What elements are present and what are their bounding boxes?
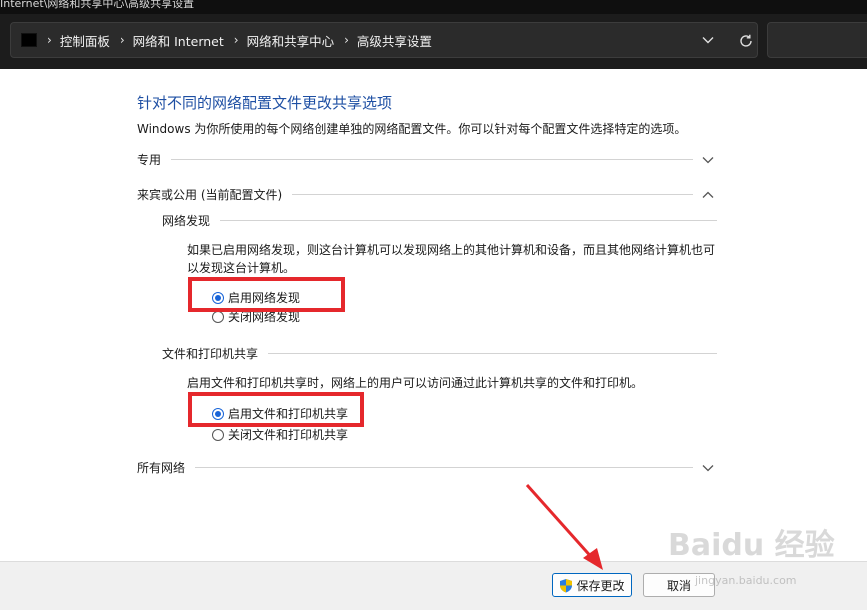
profile-guest-public-label: 来宾或公用 (当前配置文件) bbox=[137, 188, 283, 202]
radio-label: 启用网络发现 bbox=[228, 291, 301, 305]
breadcrumb-network-internet[interactable]: 网络和 Internet bbox=[133, 31, 224, 50]
baidu-watermark: Baidu 经验 bbox=[668, 528, 835, 563]
profile-all-networks-label: 所有网络 bbox=[137, 461, 186, 475]
profile-private-label: 专用 bbox=[137, 153, 162, 167]
radio-enable-network-discovery-overlay[interactable]: 启用网络发现 bbox=[212, 289, 300, 306]
save-button-label: 保存更改 bbox=[576, 578, 625, 593]
annotation-arrow bbox=[525, 484, 603, 570]
network-discovery-title: 网络发现 bbox=[162, 214, 211, 228]
radio-label: 关闭文件和打印机共享 bbox=[228, 428, 349, 442]
chevron-right-icon[interactable]: › bbox=[344, 33, 349, 47]
radio-unselected-icon[interactable] bbox=[212, 428, 224, 441]
profile-guest-public-header[interactable]: 来宾或公用 (当前配置文件) bbox=[137, 186, 715, 203]
page-description: Windows 为你所使用的每个网络创建单独的网络配置文件。你可以针对每个配置文… bbox=[137, 122, 687, 136]
address-bar[interactable]: › 控制面板 › 网络和 Internet › 网络和共享中心 › 高级共享设置 bbox=[10, 22, 758, 58]
address-area: › 控制面板 › 网络和 Internet › 网络和共享中心 › 高级共享设置 bbox=[0, 14, 867, 69]
chevron-down-icon[interactable] bbox=[701, 155, 715, 165]
radio-selected-icon[interactable] bbox=[212, 291, 224, 304]
radio-enable-file-printer-sharing[interactable]: 启用文件和打印机共享 bbox=[212, 405, 348, 422]
breadcrumb-network-sharing-center[interactable]: 网络和共享中心 bbox=[247, 31, 335, 50]
control-panel-icon bbox=[21, 33, 37, 47]
divider bbox=[220, 220, 717, 221]
chevron-up-icon[interactable] bbox=[701, 190, 715, 200]
cancel-button-label: 取消 bbox=[666, 578, 691, 593]
radio-selected-icon[interactable] bbox=[212, 407, 224, 420]
save-button[interactable]: 保存更改 bbox=[552, 573, 632, 597]
file-printer-sharing-description: 启用文件和打印机共享时，网络上的用户可以访问通过此计算机共享的文件和打印机。 bbox=[187, 376, 644, 390]
search-input[interactable] bbox=[767, 22, 867, 58]
file-printer-sharing-title: 文件和打印机共享 bbox=[162, 347, 259, 361]
divider bbox=[195, 467, 693, 468]
profile-all-networks-header[interactable]: 所有网络 bbox=[137, 459, 715, 476]
baidu-watermark-url: jingyan.baidu.com bbox=[695, 574, 797, 587]
network-discovery-header: 网络发现 bbox=[162, 212, 717, 229]
profile-private-header[interactable]: 专用 bbox=[137, 151, 715, 168]
file-printer-sharing-header: 文件和打印机共享 bbox=[162, 345, 717, 362]
chevron-down-icon[interactable] bbox=[701, 463, 715, 473]
uac-shield-icon bbox=[560, 578, 573, 592]
chevron-down-icon[interactable] bbox=[701, 33, 715, 47]
radio-disable-file-printer-sharing[interactable]: 关闭文件和打印机共享 bbox=[212, 426, 348, 443]
chevron-right-icon[interactable]: › bbox=[234, 33, 239, 47]
radio-unselected-icon[interactable] bbox=[212, 310, 224, 323]
network-discovery-description: 如果已启用网络发现，则这台计算机可以发现网络上的其他计算机和设备，而且其他网络计… bbox=[187, 243, 716, 275]
chevron-right-icon[interactable]: › bbox=[120, 33, 125, 47]
divider bbox=[292, 194, 693, 195]
chevron-right-icon[interactable]: › bbox=[47, 33, 52, 47]
page-title: 针对不同的网络配置文件更改共享选项 bbox=[137, 94, 393, 112]
divider bbox=[268, 353, 717, 354]
window-title: Internet\网络和共享中心\高级共享设置 bbox=[0, 0, 867, 14]
divider bbox=[171, 159, 693, 160]
radio-label: 启用文件和打印机共享 bbox=[228, 407, 349, 421]
refresh-icon[interactable] bbox=[738, 33, 754, 49]
breadcrumb-control-panel[interactable]: 控制面板 bbox=[60, 31, 110, 50]
breadcrumb-advanced-sharing[interactable]: 高级共享设置 bbox=[357, 31, 432, 50]
